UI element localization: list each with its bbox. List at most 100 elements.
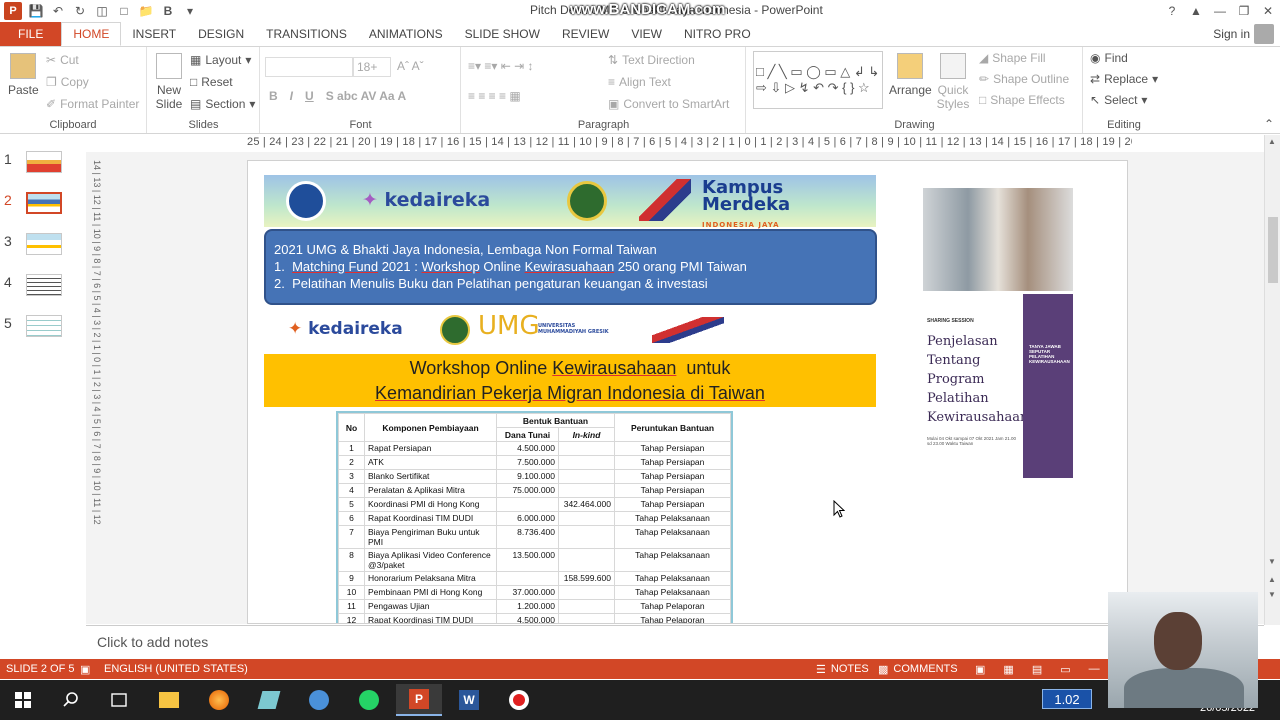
tab-design[interactable]: DESIGN (187, 22, 255, 46)
next-slide-icon[interactable]: ▼ (1268, 590, 1276, 599)
firefox-icon[interactable] (196, 684, 242, 716)
tab-insert[interactable]: INSERT (121, 22, 187, 46)
format-painter-button[interactable]: ✐ Format Painter (46, 97, 139, 111)
tab-animations[interactable]: ANIMATIONS (358, 22, 454, 46)
spell-check-icon[interactable]: ▣ (80, 663, 90, 676)
tab-home[interactable]: HOME (61, 22, 122, 46)
notes-pane[interactable]: Click to add notes (86, 625, 1264, 659)
align-icons[interactable]: ≡ ≡ ≡ ≡ ▦ (468, 89, 521, 103)
comments-button[interactable]: ▩ COMMENTS (878, 663, 958, 676)
reset-button[interactable]: □ Reset (190, 75, 233, 89)
find-button[interactable]: ◉ Find (1090, 51, 1128, 65)
tab-nitro-pro[interactable]: NITRO PRO (673, 22, 762, 46)
new-file-icon[interactable]: □ (116, 3, 132, 19)
slide-canvas[interactable]: ✦ kedaireka Kampus Merdeka INDONESIA JAYA… (247, 160, 1128, 624)
arrange-button[interactable]: Arrange (889, 53, 932, 97)
scroll-down-icon[interactable]: ▼ (1268, 557, 1276, 566)
word-taskbar-icon[interactable]: W (446, 684, 492, 716)
powerpoint-taskbar-icon[interactable]: P (396, 684, 442, 716)
kedaireka-logo-2: ✦ kedaireka (288, 319, 403, 339)
redo-icon[interactable]: ↻ (72, 3, 88, 19)
thumbnail-slide-4[interactable]: 4 (4, 274, 62, 296)
powerpoint-icon[interactable]: P (4, 2, 22, 20)
collapse-ribbon-icon[interactable]: ⌃ (1264, 117, 1274, 131)
avatar[interactable] (1254, 24, 1274, 44)
sign-in-link[interactable]: Sign in (1213, 27, 1250, 41)
bold-icon[interactable]: B (160, 3, 176, 19)
notes-button[interactable]: ☰ NOTES (816, 663, 869, 676)
customize-qat-icon[interactable]: ▾ (182, 3, 198, 19)
language-indicator[interactable]: ENGLISH (UNITED STATES) (104, 663, 248, 675)
scrollbar-thumb[interactable] (1268, 217, 1278, 283)
tab-file[interactable]: FILE (0, 22, 62, 46)
vertical-scrollbar[interactable]: ▲ ▼ ▲ ▼ (1264, 135, 1280, 625)
thumbnail-slide-3[interactable]: 3 (4, 233, 62, 255)
thumbnail-slide-1[interactable]: 1 (4, 151, 62, 173)
record-icon[interactable] (496, 684, 542, 716)
minimize-icon[interactable]: — (1208, 0, 1232, 22)
layout-button[interactable]: ▦ Layout ▾ (190, 53, 251, 67)
font-size-dropdown[interactable]: 18+ (353, 57, 391, 77)
table-cell-dana (496, 497, 559, 512)
zoom-out-icon[interactable]: — (1089, 663, 1100, 675)
select-button[interactable]: ↖ Select ▾ (1090, 93, 1147, 107)
file-explorer-icon[interactable] (146, 684, 192, 716)
quick-styles-button[interactable]: Quick Styles (935, 53, 971, 111)
open-file-icon[interactable]: 📁 (138, 3, 154, 19)
task-view-icon[interactable] (96, 684, 142, 716)
close-icon[interactable]: ✕ (1256, 0, 1280, 22)
drawing-group: □ ╱ ╲ ▭ ◯ ▭ △ ↲ ↳ ⇨ ⇩ ▷ ↯ ↶ ↷ { } ☆ Arra… (747, 47, 1083, 133)
table-row: 1 Rapat Persiapan 4.500.000 Tahap Persiapan (338, 441, 731, 456)
font-format-icons[interactable]: B I U S abc AV Aa A (269, 89, 406, 103)
tab-slide-show[interactable]: SLIDE SHOW (454, 22, 551, 46)
notes-app-icon[interactable] (246, 684, 292, 716)
grow-font-icon[interactable]: Aˆ Aˇ (397, 59, 424, 73)
view-buttons[interactable]: ▣ ▦ ▤ ▭ — (975, 663, 1100, 676)
present-icon[interactable]: ◫ (94, 3, 110, 19)
normal-view-icon[interactable]: ▣ (975, 663, 985, 676)
shape-effects-button[interactable]: □ Shape Effects (979, 93, 1065, 107)
new-slide-button[interactable]: New Slide (152, 53, 186, 111)
text-direction-button[interactable]: ⇅ Text Direction (608, 53, 695, 67)
table-cell-inkind (558, 469, 615, 484)
previous-slide-icon[interactable]: ▲ (1268, 575, 1276, 584)
tab-transitions[interactable]: TRANSITIONS (255, 22, 358, 46)
tab-view[interactable]: VIEW (620, 22, 673, 46)
table-row: 2 ATK 7.500.000 Tahap Persiapan (338, 455, 731, 470)
windows-start-icon[interactable] (0, 684, 46, 716)
search-icon[interactable] (48, 684, 94, 716)
align-text-button[interactable]: ≡ Align Text (608, 75, 671, 89)
thumbnail-slide-5[interactable]: 5 (4, 315, 62, 337)
section-button[interactable]: ▤ Section ▾ (190, 97, 255, 111)
reading-view-icon[interactable]: ▤ (1032, 663, 1042, 676)
slide-show-icon[interactable]: ▭ (1060, 663, 1070, 676)
cut-button[interactable]: ✂ Cut (46, 53, 79, 67)
font-name-dropdown[interactable] (265, 57, 353, 77)
layout-icon: ▦ (190, 53, 202, 67)
umg-subtitle: UNIVERSITAS MUHAMMADIYAH GRESIK (538, 323, 609, 335)
convert-smartart-button[interactable]: ▣ Convert to SmartArt (608, 97, 729, 111)
scroll-up-icon[interactable]: ▲ (1268, 137, 1276, 146)
undo-icon[interactable]: ↶ (50, 3, 66, 19)
browser-icon[interactable] (296, 684, 342, 716)
whatsapp-icon[interactable] (346, 684, 392, 716)
save-icon[interactable]: 💾 (28, 3, 44, 19)
shape-fill-button[interactable]: ◢ Shape Fill (979, 51, 1046, 65)
clipboard-group: Paste ✂ Cut ❐ Copy ✐ Format Painter Clipboa… (0, 47, 147, 133)
tab-review[interactable]: REVIEW (551, 22, 620, 46)
replace-button[interactable]: ⇄ Replace ▾ (1090, 72, 1158, 86)
restore-icon[interactable]: ❐ (1232, 0, 1256, 22)
table-cell-untuk: Tahap Pelaksanaan (614, 571, 731, 586)
shape-outline-button[interactable]: ✏ Shape Outline (979, 72, 1069, 86)
help-icon[interactable]: ? (1160, 0, 1184, 22)
paste-button[interactable]: Paste (8, 53, 39, 97)
ribbon-display-icon[interactable]: ▲ (1184, 0, 1208, 22)
table-cell-dana: 75.000.000 (496, 483, 559, 498)
shapes-gallery[interactable]: □ ╱ ╲ ▭ ◯ ▭ △ ↲ ↳ ⇨ ⇩ ▷ ↯ ↶ ↷ { } ☆ (753, 51, 883, 109)
copy-button[interactable]: ❐ Copy (46, 75, 89, 89)
slide-sorter-icon[interactable]: ▦ (1003, 663, 1013, 676)
bullets-icon[interactable]: ≡▾ ≡▾ ⇤ ⇥ ↕ (468, 59, 534, 73)
thumbnail-slide-2[interactable]: 2 (4, 192, 62, 214)
title-bar: P 💾 ↶ ↻ ◫ □ 📁 B ▾ Pitch Deck UMG & Bhakt… (0, 0, 1280, 22)
table-cell-no: 8 (338, 548, 365, 572)
